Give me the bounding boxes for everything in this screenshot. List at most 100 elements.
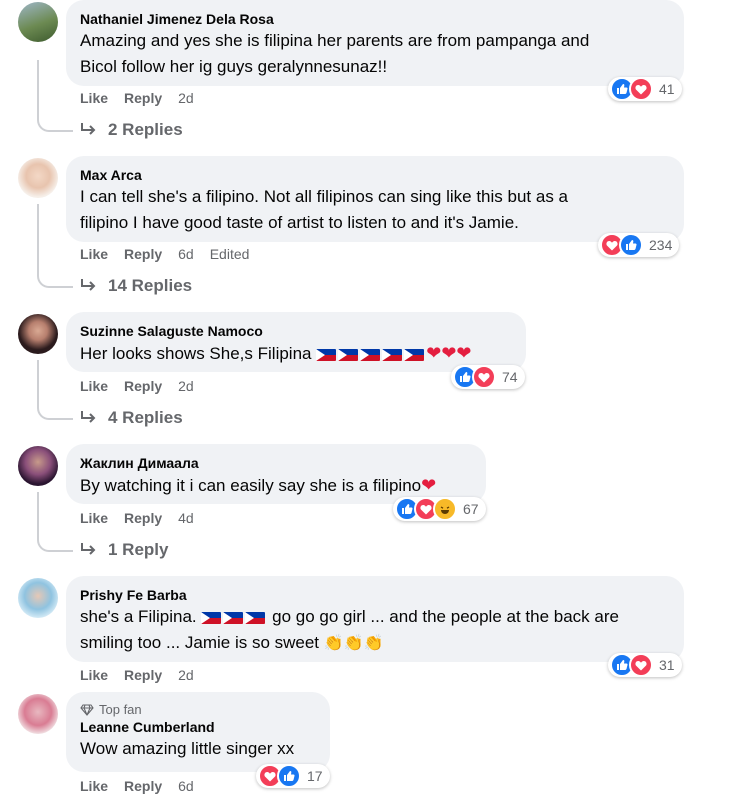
comment-text-body: she's a Filipina. — [80, 607, 197, 626]
comment-bubble: Жаклин Димаала By watching it i can easi… — [66, 444, 486, 504]
reply-button[interactable]: Reply — [124, 90, 162, 106]
heart-emoji-icon: ❤ — [441, 343, 457, 363]
comment-bubble: Suzinne Salaguste Namoco Her looks shows… — [66, 312, 526, 372]
comment-text: Wow amazing little singer xx — [80, 739, 295, 758]
reaction-summary[interactable]: 41 — [608, 77, 682, 101]
top-fan-label: Top fan — [99, 702, 142, 717]
comment-bubble: Top fan Leanne Cumberland Wow amazing li… — [66, 692, 330, 772]
comment-text-body: go go go girl ... and the people at the … — [272, 607, 619, 626]
avatar[interactable] — [18, 446, 58, 486]
view-replies-button[interactable]: 4 Replies — [80, 408, 183, 428]
timestamp[interactable]: 2d — [178, 90, 194, 106]
comment-text: Amazing and yes she is filipina her pare… — [80, 31, 590, 50]
timestamp[interactable]: 6d — [178, 246, 194, 262]
comment-author[interactable]: Prishy Fe Barba — [80, 586, 670, 604]
love-reaction-icon — [629, 77, 653, 101]
heart-emoji-icon: ❤ — [426, 343, 442, 363]
haha-reaction-icon — [433, 497, 457, 521]
comment-bubble: Nathaniel Jimenez Dela Rosa Amazing and … — [66, 0, 684, 86]
philippines-flag-icon — [245, 611, 266, 624]
comment-actions: Like Reply 2d — [80, 667, 194, 683]
comment-author[interactable]: Nathaniel Jimenez Dela Rosa — [80, 10, 670, 28]
comment-bubble: Prishy Fe Barba she's a Filipina. go go … — [66, 576, 684, 662]
like-button[interactable]: Like — [80, 510, 108, 526]
comment-text: she's a Filipina. go go go girl ... and … — [80, 604, 670, 630]
timestamp[interactable]: 2d — [178, 378, 194, 394]
timestamp[interactable]: 4d — [178, 510, 194, 526]
reaction-count: 74 — [502, 369, 518, 385]
comment-text: filipino I have good taste of artist to … — [80, 213, 519, 232]
reply-button[interactable]: Reply — [124, 510, 162, 526]
like-reaction-icon — [277, 764, 301, 788]
thread-line — [37, 60, 73, 132]
reply-button[interactable]: Reply — [124, 378, 162, 394]
timestamp[interactable]: 2d — [178, 667, 194, 683]
reaction-summary[interactable]: 31 — [608, 653, 682, 677]
comment-actions: Like Reply 2d — [80, 378, 194, 394]
comment-bubble: Max Arca I can tell she's a filipino. No… — [66, 156, 684, 242]
reply-button[interactable]: Reply — [124, 778, 162, 794]
reaction-summary[interactable]: 17 — [256, 764, 330, 788]
like-reaction-icon — [619, 233, 643, 257]
comment-text: Her looks shows She,s Filipina ❤❤❤ — [80, 340, 512, 367]
comment-author[interactable]: Max Arca — [80, 166, 670, 184]
reaction-summary[interactable]: 234 — [598, 233, 680, 257]
edited-label[interactable]: Edited — [210, 246, 250, 262]
like-button[interactable]: Like — [80, 246, 108, 262]
comment-author[interactable]: Leanne Cumberland — [80, 718, 316, 736]
comment-actions: Like Reply 2d — [80, 90, 194, 106]
replies-count: 2 Replies — [108, 120, 183, 139]
top-fan-badge: Top fan — [80, 701, 316, 718]
comment-author[interactable]: Жаклин Димаала — [80, 454, 472, 472]
comment-text-body: Her looks shows She,s Filipina — [80, 344, 312, 363]
philippines-flag-icon — [382, 348, 403, 361]
thread-line — [37, 492, 73, 552]
like-button[interactable]: Like — [80, 90, 108, 106]
like-button[interactable]: Like — [80, 667, 108, 683]
reaction-count: 41 — [659, 81, 675, 97]
avatar[interactable] — [18, 694, 58, 734]
like-button[interactable]: Like — [80, 378, 108, 394]
philippines-flag-icon — [404, 348, 425, 361]
avatar[interactable] — [18, 2, 58, 42]
replies-count: 1 Reply — [108, 540, 169, 559]
philippines-flag-icon — [316, 348, 337, 361]
comment-text: By watching it i can easily say she is a… — [80, 472, 472, 499]
reply-button[interactable]: Reply — [124, 246, 162, 262]
diamond-icon — [80, 703, 94, 716]
reply-arrow-icon — [81, 123, 96, 135]
thread-line — [37, 204, 73, 288]
reaction-count: 67 — [463, 501, 479, 517]
comment-text-body: smiling too ... Jamie is so sweet — [80, 633, 320, 652]
comment-actions: Like Reply 6d — [80, 778, 194, 794]
view-replies-button[interactable]: 1 Reply — [80, 540, 168, 560]
comment-text-body: By watching it i can easily say she is a… — [80, 476, 422, 495]
comment-text: smiling too ... Jamie is so sweet 👏👏👏 — [80, 630, 670, 657]
comment-text: Bicol follow her ig guys geralynnesunaz!… — [80, 57, 388, 76]
love-reaction-icon — [629, 653, 653, 677]
avatar[interactable] — [18, 578, 58, 618]
thread-line — [37, 360, 73, 420]
clapping-hands-icon: 👏👏👏 — [323, 635, 384, 652]
reaction-summary[interactable]: 67 — [393, 497, 486, 521]
reaction-count: 31 — [659, 657, 675, 673]
philippines-flag-icon — [338, 348, 359, 361]
reply-arrow-icon — [81, 279, 96, 291]
like-button[interactable]: Like — [80, 778, 108, 794]
timestamp[interactable]: 6d — [178, 778, 194, 794]
reply-button[interactable]: Reply — [124, 667, 162, 683]
heart-emoji-icon: ❤ — [421, 475, 437, 495]
replies-count: 4 Replies — [108, 408, 183, 427]
reaction-summary[interactable]: 74 — [451, 365, 525, 389]
reply-arrow-icon — [81, 543, 96, 555]
view-replies-button[interactable]: 2 Replies — [80, 120, 183, 140]
view-replies-button[interactable]: 14 Replies — [80, 276, 192, 296]
heart-emoji-icon: ❤ — [456, 343, 472, 363]
replies-count: 14 Replies — [108, 276, 193, 295]
love-reaction-icon — [472, 365, 496, 389]
reaction-count: 17 — [307, 768, 323, 784]
comment-text: I can tell she's a filipino. Not all fil… — [80, 187, 568, 206]
avatar[interactable] — [18, 158, 58, 198]
comment-author[interactable]: Suzinne Salaguste Namoco — [80, 322, 512, 340]
avatar[interactable] — [18, 314, 58, 354]
